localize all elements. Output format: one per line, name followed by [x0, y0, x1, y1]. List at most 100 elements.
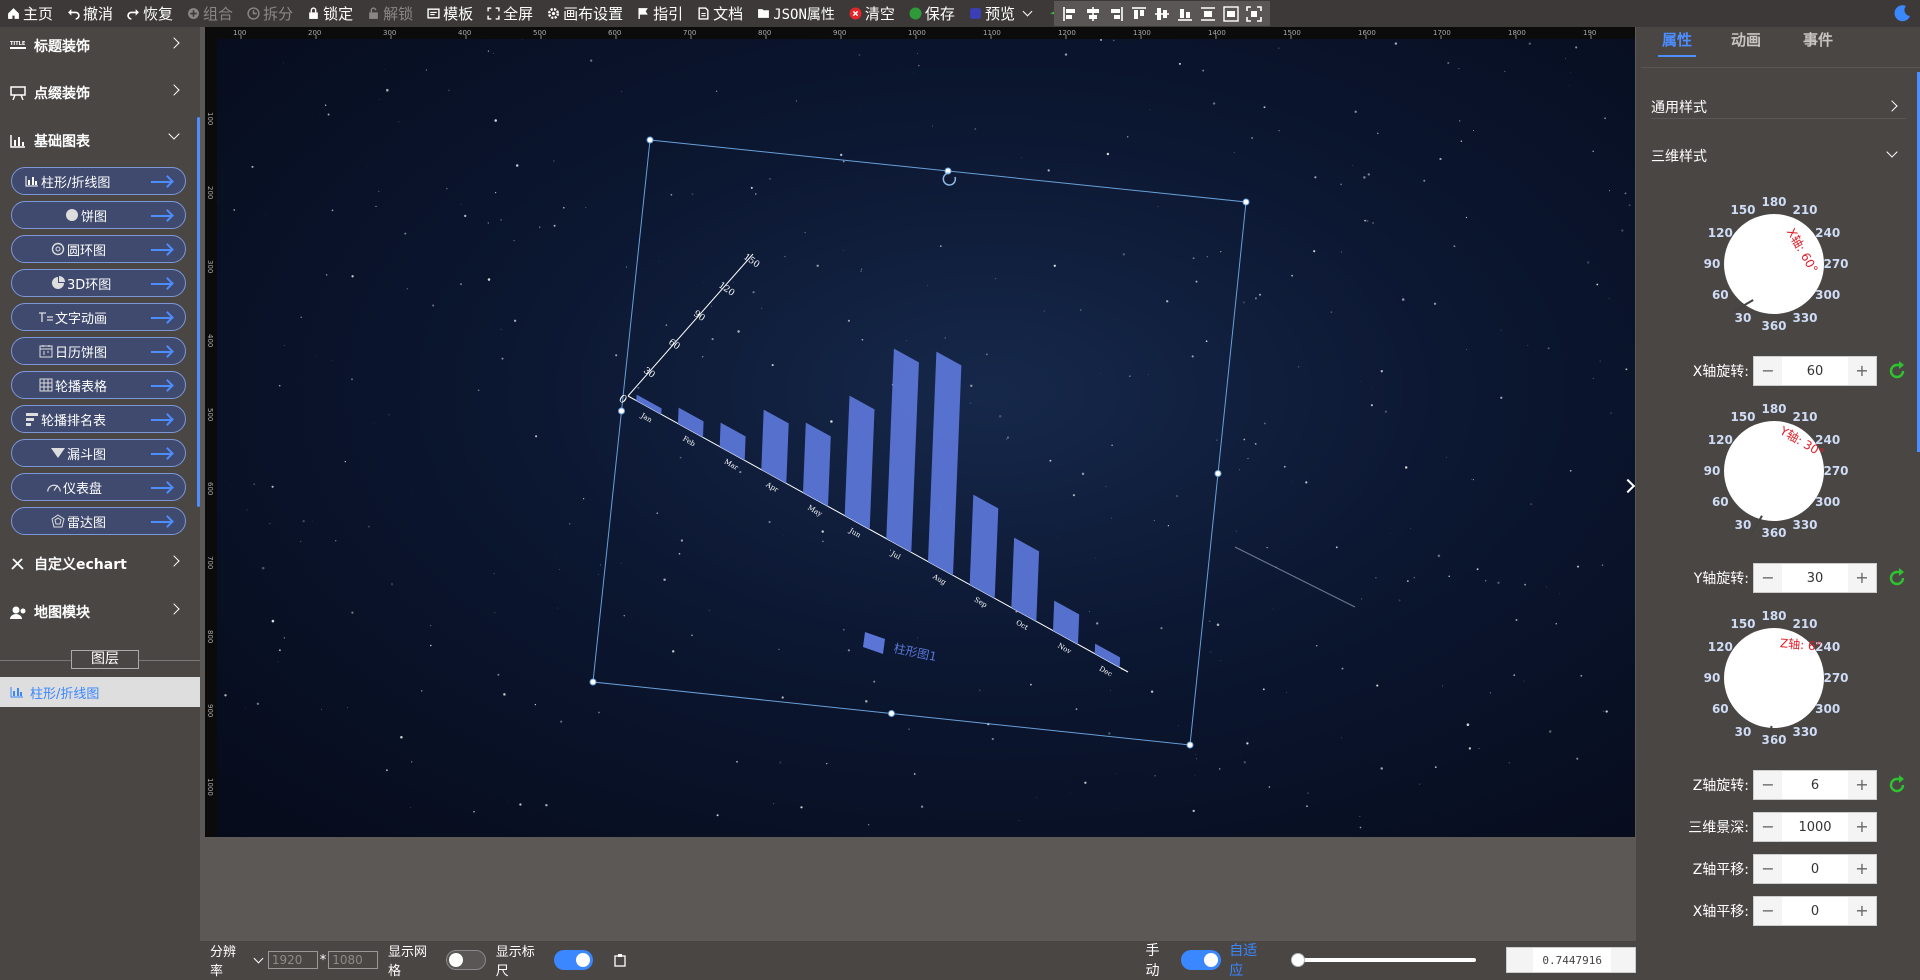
save-button[interactable]: 保存 — [902, 0, 962, 27]
align-left-icon[interactable] — [1062, 6, 1078, 22]
arrow-right-icon — [151, 181, 171, 183]
section-title-deco[interactable]: TITLE 标题装饰 — [0, 23, 200, 69]
manual-label: 手动 — [1145, 940, 1173, 980]
chart-item-calendar-pie[interactable]: 日历饼图 — [11, 337, 186, 365]
align-right-icon[interactable] — [1108, 6, 1124, 22]
section-map-module[interactable]: 地图模块 — [0, 589, 200, 635]
section-dot-deco[interactable]: 点缀装饰 — [0, 70, 200, 116]
tab-events[interactable]: 事件 — [1798, 27, 1838, 57]
tab-animation[interactable]: 动画 — [1726, 27, 1766, 57]
plus-button[interactable]: + — [1848, 813, 1876, 841]
chart-item-text-anim[interactable]: 文字动画 — [11, 303, 186, 331]
template-button[interactable]: 模板 — [420, 0, 480, 27]
show-grid-toggle[interactable] — [446, 950, 486, 970]
align-center-icon[interactable] — [1085, 6, 1101, 22]
align-bottom-icon[interactable] — [1177, 6, 1193, 22]
fullscreen-button[interactable]: 全屏 — [480, 0, 540, 27]
x-tick-label: Apr — [764, 480, 781, 494]
minus-button[interactable]: − — [1754, 357, 1782, 385]
align-middle-icon[interactable] — [1154, 6, 1170, 22]
x-rotation-dial[interactable]: 180210240270300330360306090120150X轴: 60° — [1700, 190, 1830, 320]
section-custom-echart[interactable]: 自定义echart — [0, 541, 200, 587]
chart-item-scroll-table[interactable]: 轮播表格 — [11, 371, 186, 399]
lock-button[interactable]: 锁定 — [300, 0, 360, 27]
z-rotation-dial[interactable]: 180210240270300330360306090120150Z轴: 6° — [1700, 604, 1830, 734]
theme-moon-icon[interactable] — [1894, 4, 1912, 22]
docs-button[interactable]: 文档 — [690, 0, 750, 27]
height-input[interactable]: 1080 — [328, 951, 378, 969]
pie-dot-icon — [64, 208, 80, 222]
y-rotation-dial[interactable]: 180210240270300330360306090120150Y轴: 30° — [1700, 397, 1830, 527]
manual-toggle[interactable] — [1181, 950, 1221, 970]
minus-button[interactable]: − — [1754, 855, 1782, 883]
chart-item-ring[interactable]: 圆环图 — [11, 235, 186, 263]
section-basic-charts[interactable]: 基础图表 — [0, 118, 200, 164]
ring-icon — [50, 242, 66, 256]
chart-item-3d-ring[interactable]: 3D环图 — [11, 269, 186, 297]
minus-button[interactable]: − — [1754, 813, 1782, 841]
three-d-style-section[interactable]: 三维样式 — [1651, 141, 1906, 171]
z-rotation-stepper[interactable]: −6+ — [1753, 770, 1877, 800]
split-button[interactable]: 拆分 — [240, 0, 300, 27]
x-tick-label: Sep — [973, 596, 989, 610]
svg-text:TITLE: TITLE — [10, 41, 26, 47]
unlock-button[interactable]: 解锁 — [360, 0, 420, 27]
json-button[interactable]: JSON属性 — [750, 0, 842, 27]
reset-icon[interactable] — [1887, 775, 1907, 795]
chart-item-radar[interactable]: 雷达图 — [11, 507, 186, 535]
show-ruler-label: 显示标尺 — [496, 941, 548, 979]
reset-icon[interactable] — [1887, 568, 1907, 588]
map-user-icon — [10, 605, 26, 619]
reset-icon[interactable] — [1887, 361, 1907, 381]
minus-button[interactable]: − — [1754, 771, 1782, 799]
depth-stepper[interactable]: −1000+ — [1753, 812, 1877, 842]
zoom-slider[interactable] — [1297, 958, 1476, 962]
dial-tick-label: 210 — [1792, 410, 1817, 424]
arrow-right-icon — [151, 249, 171, 251]
show-ruler-toggle[interactable] — [554, 950, 594, 970]
distribute-horizontal-icon[interactable] — [1223, 6, 1239, 22]
plus-button[interactable]: + — [1848, 564, 1876, 592]
minus-button[interactable]: − — [1754, 897, 1782, 925]
preview-button[interactable]: 预览 — [962, 0, 1042, 27]
chart-item-bar-line[interactable]: 柱形/折线图 — [11, 167, 186, 195]
tab-properties[interactable]: 属性 — [1658, 27, 1696, 57]
chevron-right-icon — [168, 603, 179, 614]
dial-value-label: Z轴: 6° — [1779, 634, 1822, 655]
chart-item-funnel[interactable]: 漏斗图 — [11, 439, 186, 467]
dial-tick-label: 330 — [1792, 725, 1817, 739]
plus-button[interactable]: + — [1848, 897, 1876, 925]
layer-item-bar-line[interactable]: 柱形/折线图 — [0, 677, 200, 707]
chart-item-pie[interactable]: 饼图 — [11, 201, 186, 229]
dial-tick-label: 300 — [1815, 288, 1840, 302]
x-translate-stepper[interactable]: −0+ — [1753, 896, 1877, 926]
width-input[interactable]: 1920 — [268, 951, 318, 969]
clear-button[interactable]: 清空 — [842, 0, 902, 27]
z-translate-stepper[interactable]: −0+ — [1753, 854, 1877, 884]
plus-button[interactable]: + — [1848, 855, 1876, 883]
chart-item-rank-table[interactable]: 轮播排名表 — [11, 405, 186, 433]
distribute-vertical-icon[interactable] — [1200, 6, 1216, 22]
plus-button[interactable]: + — [1848, 771, 1876, 799]
minus-button[interactable]: − — [1754, 564, 1782, 592]
arrow-right-icon — [151, 419, 171, 421]
bar-Jan — [636, 395, 661, 415]
plus-button[interactable]: + — [1848, 357, 1876, 385]
resize-handle — [1215, 471, 1221, 477]
clipboard-icon[interactable] — [613, 953, 627, 967]
x-tick-label: Feb — [681, 435, 697, 449]
canvas-settings-button[interactable]: 画布设置 — [540, 0, 630, 27]
bar-chart-widget[interactable]: 0306090120150JanFebMarAprMayJunJulAugSep… — [205, 27, 1635, 837]
y-rotation-stepper[interactable]: −30+ — [1753, 563, 1877, 593]
x-rotation-stepper[interactable]: −60+ — [1753, 356, 1877, 386]
fit-icon[interactable] — [1246, 6, 1262, 22]
chart-item-gauge[interactable]: 仪表盘 — [11, 473, 186, 501]
guide-button[interactable]: 指引 — [630, 0, 690, 27]
title-icon: TITLE — [10, 39, 26, 53]
chevron-down-icon[interactable] — [253, 953, 263, 963]
align-top-icon[interactable] — [1131, 6, 1147, 22]
zoom-stepper[interactable]: 0.7447916 — [1506, 947, 1636, 973]
design-stage[interactable]: 1002003004005006007008009001000110012001… — [205, 27, 1635, 837]
x-tick-label: Jan — [639, 411, 654, 424]
top-toolbar: 主页 撤消 恢复 组合 拆分 锁定 解锁 模板 全屏 画布设置 指引 文档 JS… — [0, 0, 1920, 27]
